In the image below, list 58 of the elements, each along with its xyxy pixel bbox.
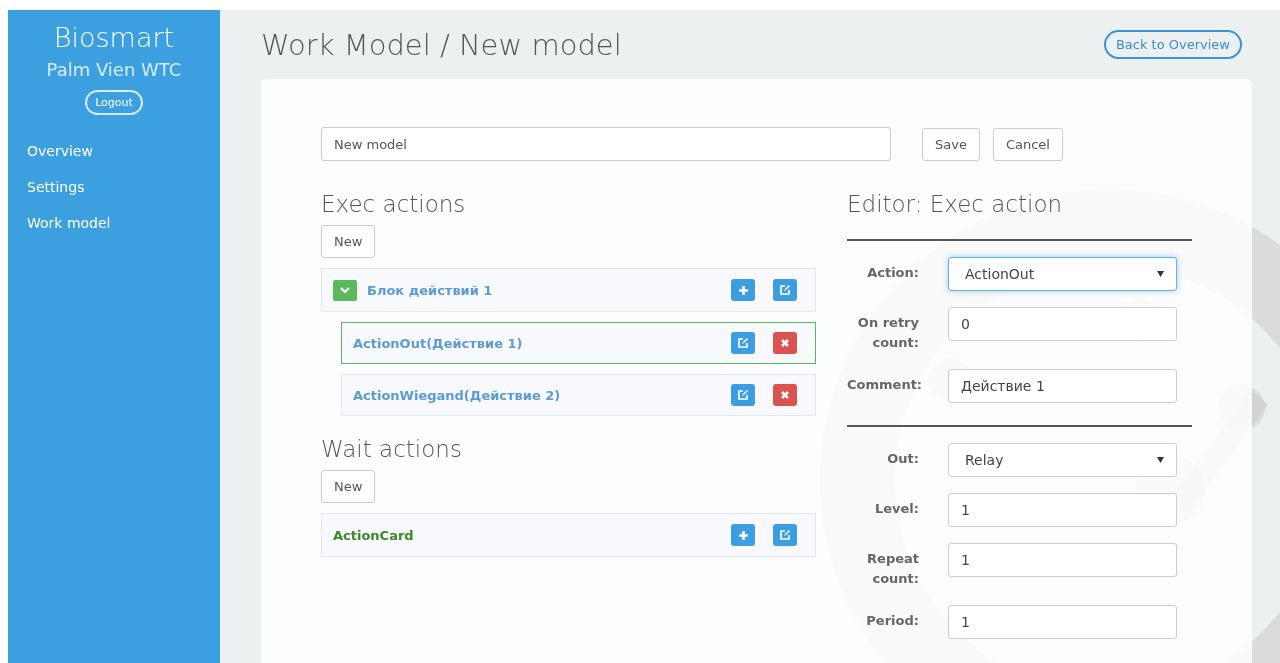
delete-button[interactable] — [773, 332, 797, 354]
field-label: Out: — [886, 450, 919, 468]
select-field[interactable]: ActionOut — [948, 257, 1177, 291]
caret-icon — [1157, 457, 1164, 463]
add-button[interactable] — [731, 524, 755, 546]
close-icon — [780, 338, 790, 348]
delete-button[interactable] — [773, 384, 797, 406]
tree-item[interactable]: ActionOut(Действие 1) — [341, 322, 816, 364]
field-label: Level: — [873, 500, 919, 518]
edit-icon — [737, 337, 749, 349]
new-button[interactable]: New — [321, 470, 376, 503]
input-field[interactable]: 1 — [948, 493, 1177, 527]
nav-link[interactable]: Overview — [27, 143, 220, 159]
input-field[interactable]: 1 — [948, 605, 1177, 639]
chevron-icon — [340, 286, 350, 294]
logout-button[interactable]: Logout — [85, 90, 143, 115]
editor-title: Editor: Exec action — [847, 191, 1064, 217]
tree-item[interactable]: ActionWiegand(Действие 2) — [341, 374, 816, 416]
brand-title: Biosmart — [52, 22, 176, 53]
input-field[interactable]: 0 — [948, 307, 1177, 341]
edit-icon — [737, 389, 749, 401]
tree-item[interactable]: ActionCard — [321, 513, 816, 557]
new-button[interactable]: New — [321, 225, 376, 258]
edit-icon — [779, 529, 791, 541]
cancel-button[interactable]: Cancel — [992, 127, 1063, 161]
edit-button[interactable] — [773, 524, 797, 546]
save-button[interactable]: Save — [922, 127, 980, 161]
edit-button[interactable] — [731, 332, 755, 354]
section-title: Exec actions — [321, 191, 467, 217]
item-label[interactable]: Блок действий 1 — [367, 282, 713, 298]
input-field[interactable]: 1 — [948, 543, 1177, 577]
edit-button[interactable] — [731, 384, 755, 406]
edit-icon — [779, 284, 791, 296]
name-input[interactable]: New model — [321, 127, 891, 161]
plus-icon — [737, 284, 749, 296]
item-label[interactable]: ActionCard — [333, 527, 713, 543]
caret-icon — [1157, 271, 1164, 277]
field-label: Repeat count: — [866, 550, 919, 588]
input-field[interactable]: Действие 1 — [948, 369, 1177, 403]
field-label: Period: — [865, 612, 919, 630]
field-label: On retry count: — [856, 314, 919, 352]
nav-link[interactable]: Work model — [27, 215, 220, 231]
item-label[interactable]: ActionWiegand(Действие 2) — [353, 387, 713, 403]
add-button[interactable] — [731, 279, 755, 301]
tree-item[interactable]: Блок действий 1 — [321, 268, 816, 312]
close-icon — [780, 390, 790, 400]
site-name: Palm Vien WTC — [45, 59, 183, 80]
field-label: Comment: — [847, 376, 919, 394]
section-title: Wait actions — [321, 436, 463, 462]
edit-button[interactable] — [773, 279, 797, 301]
item-label[interactable]: ActionOut(Действие 1) — [353, 335, 713, 351]
page-title: Work Model / New model — [261, 27, 622, 62]
select-field[interactable]: Relay — [948, 443, 1177, 477]
plus-icon — [737, 529, 749, 541]
nav-link[interactable]: Settings — [27, 179, 220, 195]
back-button[interactable]: Back to Overview — [1103, 30, 1242, 59]
field-label: Action: — [866, 264, 919, 282]
toggle-button[interactable] — [333, 279, 357, 301]
